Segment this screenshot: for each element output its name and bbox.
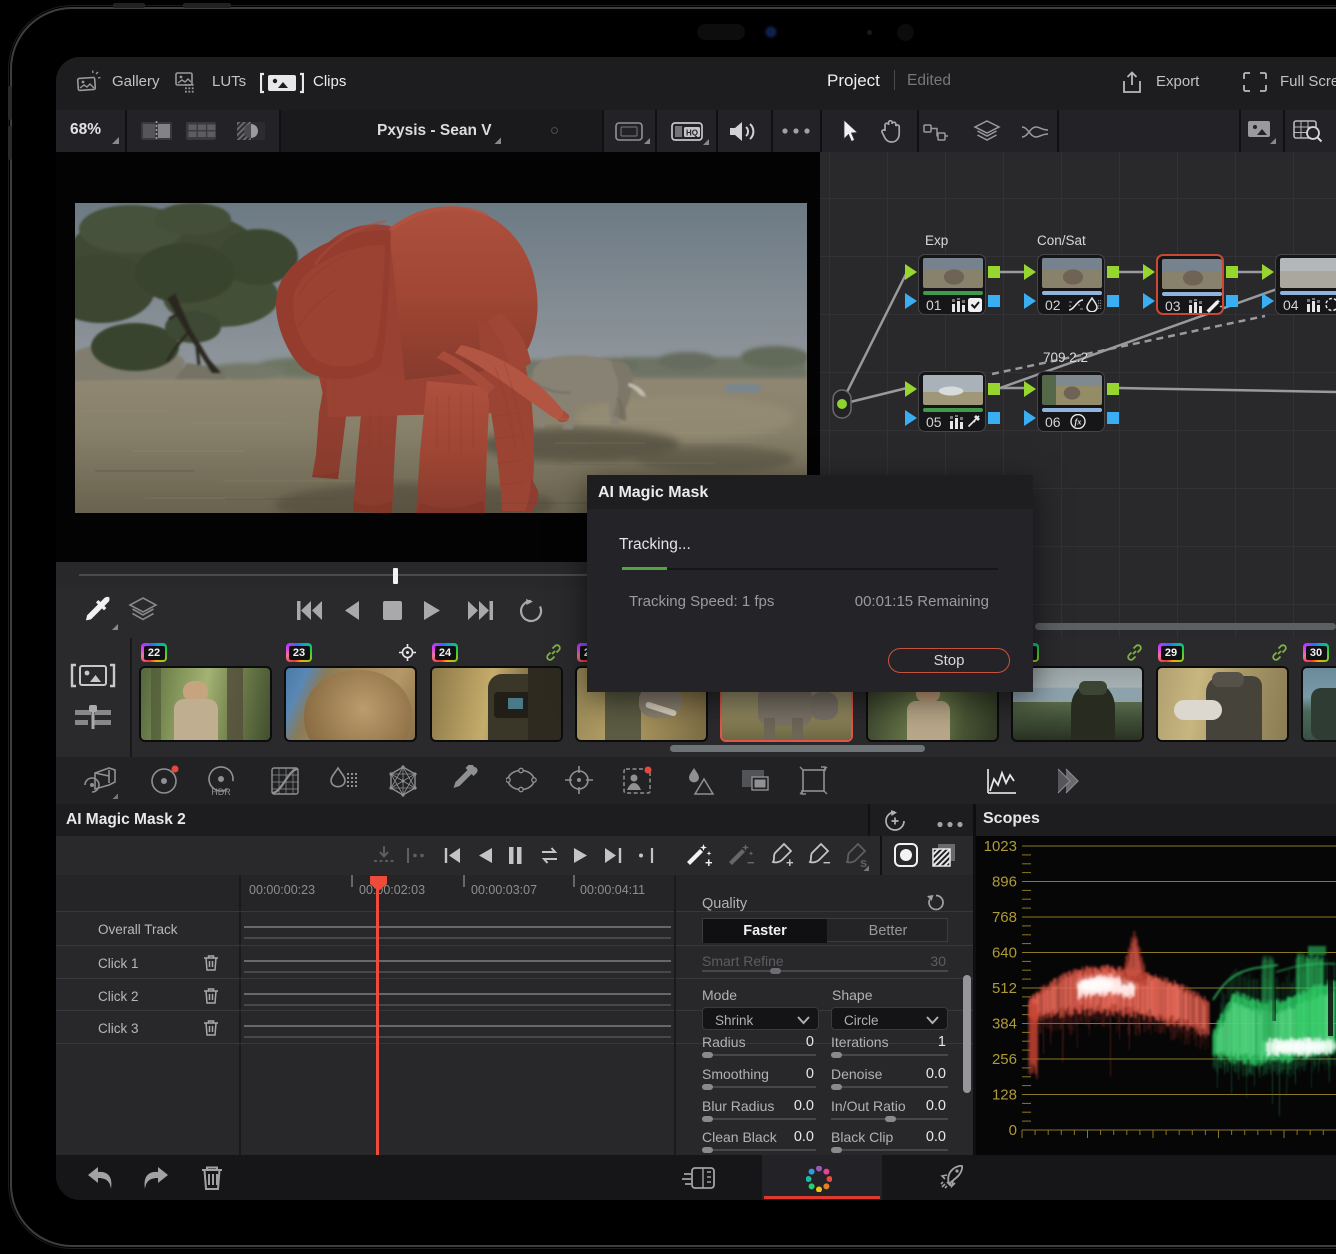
svg-text:128: 128 xyxy=(992,1087,1017,1104)
svg-text:HQ: HQ xyxy=(686,128,698,137)
svg-text:−: − xyxy=(823,855,831,868)
svg-text:896: 896 xyxy=(992,874,1017,891)
svg-text:384: 384 xyxy=(992,1016,1017,1033)
svg-text:512: 512 xyxy=(992,980,1017,997)
svg-text:1023: 1023 xyxy=(984,838,1017,855)
svg-text:+: + xyxy=(705,855,712,868)
svg-text:−: − xyxy=(747,855,754,868)
svg-text:768: 768 xyxy=(992,909,1017,926)
svg-text:640: 640 xyxy=(992,945,1017,962)
svg-text:256: 256 xyxy=(992,1051,1017,1068)
svg-text:0: 0 xyxy=(1009,1122,1017,1139)
svg-text:+: + xyxy=(786,855,794,868)
svg-text:fx: fx xyxy=(1074,417,1082,427)
svg-text:HDR: HDR xyxy=(211,787,231,797)
